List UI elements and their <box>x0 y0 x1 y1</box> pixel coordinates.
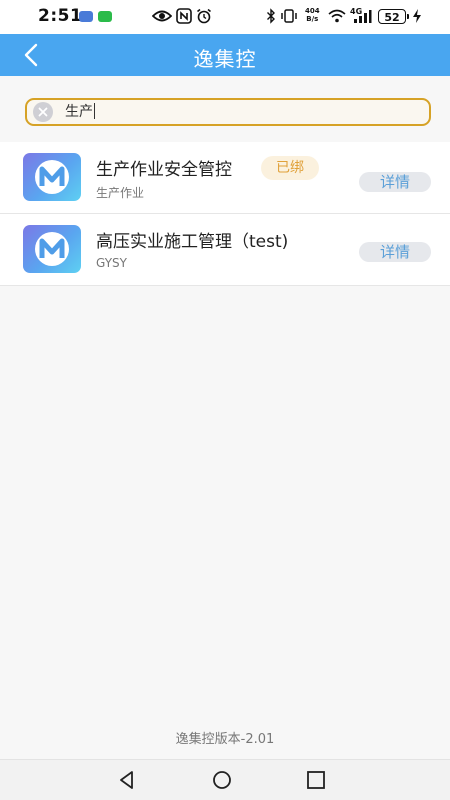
list-item[interactable]: 高压实业施工管理（test) GYSY 详情 <box>0 214 450 286</box>
alarm-icon <box>197 8 211 24</box>
detail-button[interactable]: 详情 <box>359 172 431 192</box>
battery-level: 52 <box>384 11 400 24</box>
system-nav-bar <box>0 759 450 800</box>
list-item[interactable]: 生产作业安全管控 已绑 生产作业 详情 <box>0 142 450 214</box>
app-logo-icon <box>23 225 81 273</box>
wifi-icon <box>328 9 346 23</box>
search-input-value: 生产 <box>65 104 93 120</box>
charging-icon <box>413 9 421 23</box>
item-subtitle: 生产作业 <box>96 186 145 200</box>
network-speed-unit: B/s <box>306 15 319 23</box>
battery-indicator: 52 <box>378 9 409 24</box>
item-title: 生产作业安全管控 <box>96 160 232 180</box>
item-title: 高压实业施工管理（test) <box>96 232 289 252</box>
square-recents-icon[interactable] <box>304 768 328 792</box>
search-box[interactable]: 生产 <box>25 98 431 126</box>
search-area: 生产 <box>0 76 450 142</box>
wechat-icon <box>98 11 112 22</box>
status-time: 2:51 <box>38 6 83 26</box>
close-icon <box>38 107 48 117</box>
bound-status-badge: 已绑 <box>261 156 319 180</box>
text-caret <box>94 103 95 119</box>
vibrate-icon <box>281 9 297 23</box>
circle-home-icon[interactable] <box>210 768 234 792</box>
app-screen: 2:51 404 B/s 4G 52 逸集控 生产 生产作业安全管控 已绑 生产… <box>0 0 450 800</box>
detail-button[interactable]: 详情 <box>359 242 431 262</box>
app-header: 逸集控 <box>0 34 450 76</box>
app-logo-icon <box>23 153 81 201</box>
search-input[interactable]: 生产 <box>65 100 95 124</box>
clear-icon[interactable] <box>33 102 53 122</box>
result-list: 生产作业安全管控 已绑 生产作业 详情 高压实业施工管理（test) GYSY … <box>0 142 450 286</box>
item-subtitle: GYSY <box>96 256 127 270</box>
bluetooth-icon <box>267 8 275 24</box>
status-bar: 2:51 404 B/s 4G 52 <box>0 0 450 34</box>
network-speed: 404 B/s <box>305 7 320 23</box>
triangle-back-icon[interactable] <box>115 768 139 792</box>
nfc-icon <box>176 8 192 24</box>
page-title: 逸集控 <box>193 47 257 71</box>
network-speed-value: 404 <box>305 7 320 15</box>
eye-icon <box>152 10 172 22</box>
version-text: 逸集控版本-2.01 <box>175 732 275 747</box>
signal-icon <box>354 10 372 23</box>
notification-app-icon <box>79 11 93 22</box>
